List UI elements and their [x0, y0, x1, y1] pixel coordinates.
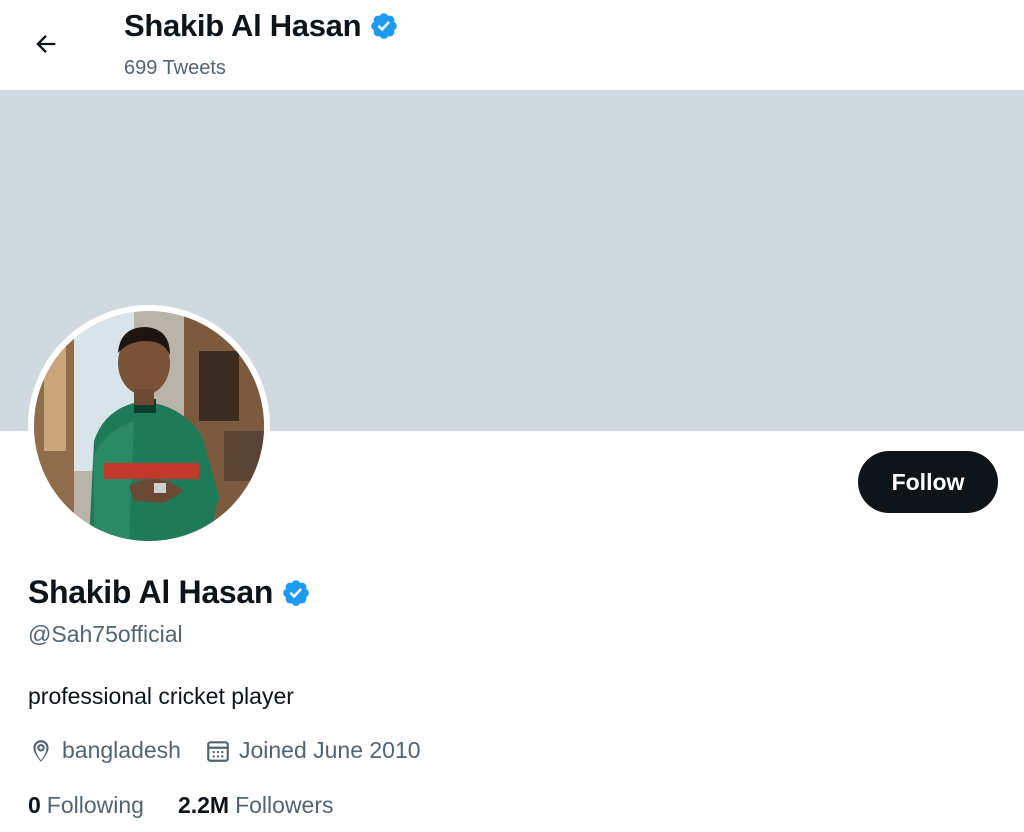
location-pin-icon	[33, 739, 49, 762]
profile-name: Shakib Al Hasan	[28, 574, 311, 611]
profile-meta: bangladesh Joined June 2010	[28, 737, 445, 764]
calendar-icon	[207, 740, 229, 762]
follow-button[interactable]: Follow	[858, 451, 998, 513]
location-text: bangladesh	[62, 737, 181, 763]
joined-item: Joined June 2010	[205, 737, 421, 764]
profile-bio: professional cricket player	[28, 683, 294, 709]
profile-handle: @Sah75official	[28, 621, 183, 647]
tweet-count: 699 Tweets	[124, 57, 226, 79]
following-count: 0	[28, 792, 41, 818]
following-link[interactable]: 0 Following	[28, 792, 144, 819]
followers-label: Followers	[235, 792, 334, 818]
profile-stats: 0 Following 2.2M Followers	[28, 792, 368, 819]
verified-badge-icon	[283, 579, 309, 606]
avatar[interactable]	[28, 305, 270, 547]
header-name: Shakib Al Hasan	[124, 8, 362, 43]
back-button[interactable]	[18, 22, 74, 66]
joined-text: Joined June 2010	[238, 737, 421, 763]
following-label: Following	[46, 792, 144, 818]
followers-link[interactable]: 2.2M Followers	[178, 792, 334, 819]
location-item: bangladesh	[28, 737, 181, 764]
header-title: Shakib Al Hasan	[124, 8, 399, 44]
followers-count: 2.2M	[177, 792, 230, 818]
verified-badge-icon	[371, 13, 398, 39]
avatar-photo	[34, 311, 264, 541]
profile-display-name: Shakib Al Hasan	[28, 574, 274, 610]
top-bar: Shakib Al Hasan 699 Tweets	[0, 0, 1024, 90]
back-arrow-icon	[36, 35, 56, 53]
